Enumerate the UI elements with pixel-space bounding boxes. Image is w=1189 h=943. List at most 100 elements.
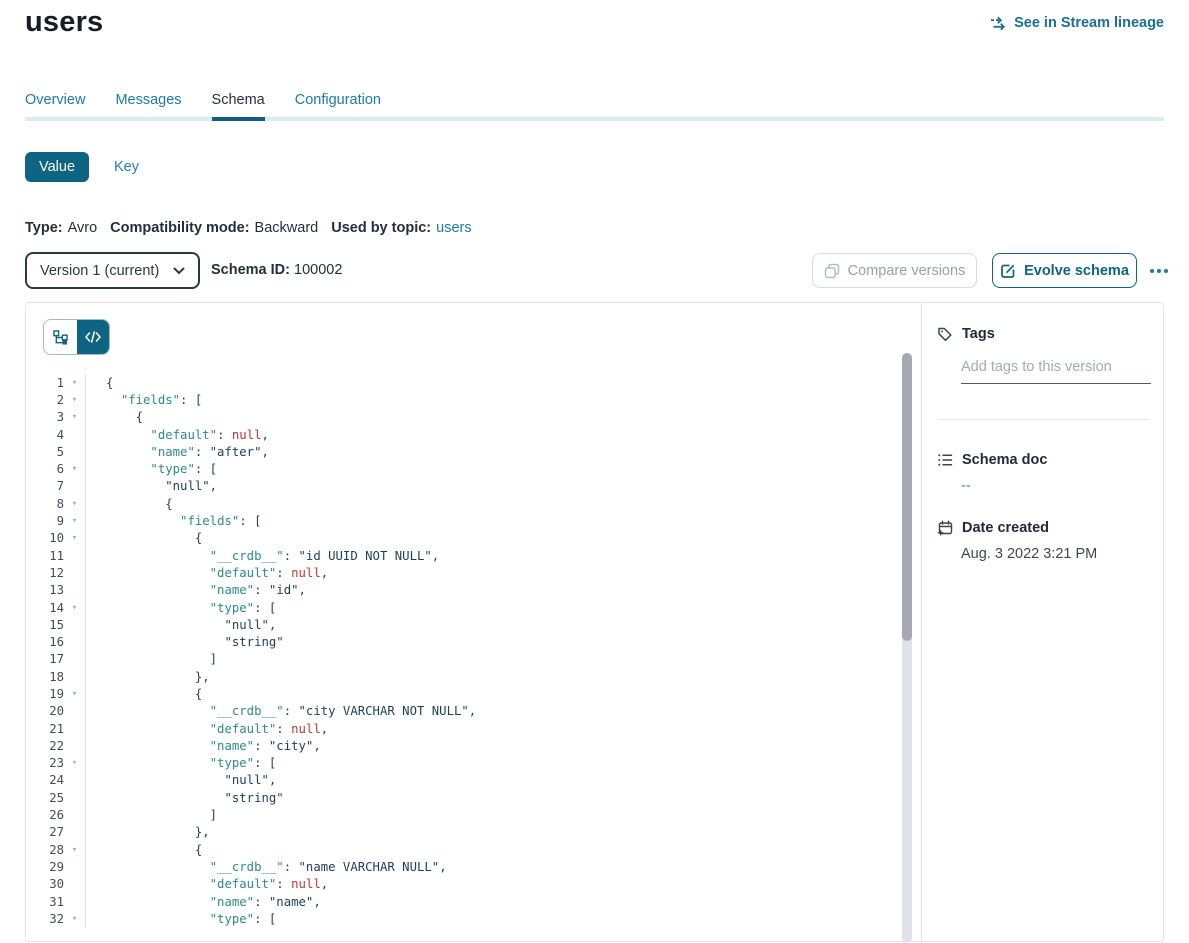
code-content: ]	[85, 651, 217, 668]
line-number: 23	[26, 756, 64, 770]
code-content: "__crdb__": "name VARCHAR NULL",	[85, 858, 447, 875]
tab-schema[interactable]: Schema	[212, 88, 265, 121]
fold-toggle-icon[interactable]: ▾	[64, 603, 85, 613]
key-tab-button[interactable]: Key	[114, 159, 139, 175]
more-options-button[interactable]	[1144, 253, 1174, 288]
list-icon	[937, 452, 953, 468]
code-line: 7 "null",	[26, 478, 901, 495]
code-content: "type": [	[85, 755, 276, 772]
editor-view-toggle	[43, 319, 110, 355]
add-tags-input[interactable]	[961, 355, 1151, 384]
code-line: 30 "default": null,	[26, 876, 901, 893]
code-line: 20 "__crdb__": "city VARCHAR NOT NULL",	[26, 703, 901, 720]
code-line: 12 "default": null,	[26, 564, 901, 581]
chevron-down-icon	[173, 267, 185, 275]
type-label: Type:	[25, 220, 63, 236]
value-key-toggle: Value Key	[25, 152, 139, 182]
fold-toggle-icon[interactable]: ▾	[64, 533, 85, 543]
line-number: 17	[26, 652, 64, 666]
line-number: 30	[26, 877, 64, 891]
line-number: 32	[26, 912, 64, 926]
code-content: "name": "city",	[85, 737, 321, 754]
fold-toggle-icon[interactable]: ▾	[64, 395, 85, 405]
code-content: "__crdb__": "city VARCHAR NOT NULL",	[85, 703, 476, 720]
code-content: {	[85, 685, 202, 702]
code-content: "null",	[85, 616, 276, 633]
fold-toggle-icon[interactable]: ▾	[64, 845, 85, 855]
fold-toggle-icon[interactable]: ▾	[64, 516, 85, 526]
fold-toggle-icon[interactable]: ▾	[64, 914, 85, 924]
code-content: "default": null,	[85, 426, 269, 443]
compare-versions-label: Compare versions	[848, 263, 966, 279]
line-number: 14	[26, 601, 64, 615]
code-content: "string"	[85, 633, 284, 650]
type-value: Avro	[68, 220, 98, 236]
code-line: 6▾ "type": [	[26, 460, 901, 477]
code-line: 18 },	[26, 668, 901, 685]
fold-toggle-icon[interactable]: ▾	[64, 412, 85, 422]
code-line: 21 "default": null,	[26, 720, 901, 737]
code-line: 2▾ "fields": [	[26, 391, 901, 408]
code-content: ]	[85, 806, 217, 823]
schema-meta-row: Type: Avro Compatibility mode: Backward …	[25, 220, 485, 236]
code-line: 26 ]	[26, 806, 901, 823]
used-by-topic-label: Used by topic:	[331, 220, 431, 236]
tab-underline-track	[25, 117, 1164, 121]
code-content: "type": [	[85, 599, 276, 616]
line-number: 12	[26, 566, 64, 580]
code-line: 5 "name": "after",	[26, 443, 901, 460]
code-content: "type": [	[85, 910, 276, 927]
stream-lineage-link[interactable]: See in Stream lineage	[990, 15, 1164, 31]
fold-toggle-icon[interactable]: ▾	[64, 378, 85, 388]
date-created-heading: Date created	[937, 520, 1049, 536]
tags-divider	[937, 419, 1149, 420]
code-content: },	[85, 668, 210, 685]
stream-lineage-label: See in Stream lineage	[1014, 15, 1164, 31]
schema-id: Schema ID: 100002	[211, 262, 342, 278]
code-content: "string"	[85, 789, 284, 806]
fold-toggle-icon[interactable]: ▾	[64, 499, 85, 509]
code-line: 28▾ {	[26, 841, 901, 858]
code-content: "default": null,	[85, 564, 328, 581]
tab-bar: Overview Messages Schema Configuration	[25, 88, 1164, 121]
evolve-schema-label: Evolve schema	[1024, 263, 1129, 279]
schema-doc-value: --	[961, 478, 971, 494]
code-content: "default": null,	[85, 876, 328, 893]
editor-scrollbar-track[interactable]	[902, 353, 912, 943]
code-content: {	[85, 374, 113, 391]
line-number: 7	[26, 479, 64, 493]
fold-toggle-icon[interactable]: ▾	[64, 758, 85, 768]
value-tab-button[interactable]: Value	[25, 152, 89, 182]
line-number: 10	[26, 531, 64, 545]
code-content: "null",	[85, 772, 276, 789]
line-number: 29	[26, 860, 64, 874]
evolve-schema-button[interactable]: Evolve schema	[992, 253, 1137, 288]
compatibility-label: Compatibility mode:	[110, 220, 249, 236]
code-content: "name": "after",	[85, 443, 269, 460]
line-number: 2	[26, 393, 64, 407]
code-line: 19▾ {	[26, 685, 901, 702]
version-select[interactable]: Version 1 (current)	[25, 252, 200, 289]
code-line: 23▾ "type": [	[26, 755, 901, 772]
code-content: {	[85, 841, 202, 858]
tag-icon	[937, 326, 953, 342]
schema-id-label: Schema ID:	[211, 262, 290, 278]
code-line: 29 "__crdb__": "name VARCHAR NULL",	[26, 858, 901, 875]
line-number: 28	[26, 843, 64, 857]
schema-doc-heading: Schema doc	[937, 452, 1047, 468]
code-view-button[interactable]	[77, 320, 110, 354]
schema-code-editor[interactable]: 1▾{2▾ "fields": [3▾ {4 "default": null,5…	[26, 374, 901, 928]
tree-view-button[interactable]	[44, 320, 77, 354]
code-line: 3▾ {	[26, 409, 901, 426]
editor-scrollbar-thumb[interactable]	[902, 353, 912, 641]
code-line: 15 "null",	[26, 616, 901, 633]
topic-link[interactable]: users	[436, 220, 471, 236]
line-number: 18	[26, 670, 64, 684]
ellipsis-icon	[1150, 269, 1154, 273]
line-number: 4	[26, 428, 64, 442]
compare-versions-button[interactable]: Compare versions	[812, 253, 977, 288]
fold-toggle-icon[interactable]: ▾	[64, 464, 85, 474]
fold-toggle-icon[interactable]: ▾	[64, 689, 85, 699]
code-line: 32▾ "type": [	[26, 910, 901, 927]
compatibility-value: Backward	[255, 220, 319, 236]
